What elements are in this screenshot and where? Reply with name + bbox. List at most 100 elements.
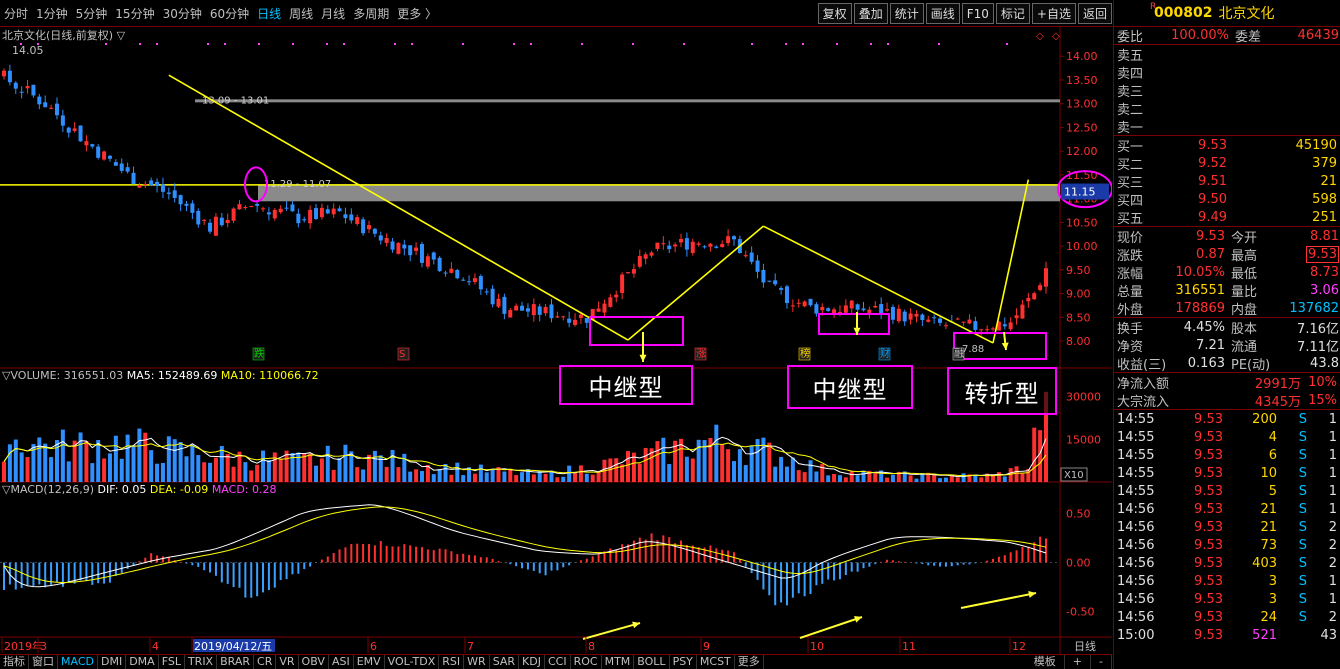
tool-button-2[interactable]: 统计 — [889, 3, 924, 24]
period-tab-6[interactable]: 日线 — [253, 5, 285, 22]
indicator-tab-13[interactable]: VOL-TDX — [385, 655, 440, 669]
candle-body — [166, 192, 171, 194]
signal-dot — [411, 43, 413, 45]
period-tab-10[interactable]: 更多 〉 — [393, 5, 441, 22]
event-marker[interactable]: 涨 — [696, 348, 706, 360]
tick-side: S — [1298, 537, 1307, 553]
tick-row[interactable]: 14:55 9.53 5 S 1 — [1114, 482, 1340, 500]
indicator-tab-7[interactable]: BRAR — [217, 655, 255, 669]
stat-value: 8.73 — [1310, 264, 1339, 280]
bid-level-row: 买五 9.49 251 — [1114, 208, 1340, 227]
tick-row[interactable]: 14:56 9.53 403 S 2 — [1114, 554, 1340, 572]
tick-row[interactable]: 14:55 9.53 6 S 1 — [1114, 446, 1340, 464]
event-marker[interactable]: 榜 — [800, 347, 810, 360]
kline-chart[interactable]: 北京文化(日线,前复权) ▽ 14.05 ◇ ◇ 14.00 13.50 13.00 12.5… — [0, 27, 1112, 654]
candle-body — [25, 86, 30, 89]
period-tab-0[interactable]: 分时 — [0, 5, 32, 22]
tool-button-6[interactable]: +自选 — [1031, 3, 1076, 24]
consolidation-box — [818, 313, 890, 335]
candle-body — [60, 115, 65, 126]
volume-bar — [107, 453, 112, 482]
template-control-0[interactable]: 模板 — [1026, 655, 1065, 669]
fund-value: 0.163 — [1187, 355, 1225, 371]
candle-body — [584, 318, 589, 323]
quote-panel: R 000802 北京文化 委比 100.00% 委差 46439 卖五 卖四 卖三… — [1113, 0, 1340, 669]
period-tab-5[interactable]: 60分钟 — [206, 5, 253, 22]
indicator-tab-11[interactable]: ASI — [329, 655, 354, 669]
indicator-tab-24[interactable]: 更多 — [735, 655, 764, 669]
period-tab-8[interactable]: 月线 — [317, 5, 349, 22]
period-tab-1[interactable]: 1分钟 — [32, 5, 72, 22]
event-marker[interactable]: 财 — [880, 347, 890, 360]
chart-area[interactable]: 北京文化(日线,前复权) ▽ 14.05 ◇ ◇ 14.00 13.50 13.00 12.5… — [0, 27, 1112, 654]
tool-button-5[interactable]: 标记 — [995, 3, 1030, 24]
indicator-tab-9[interactable]: VR — [276, 655, 299, 669]
tick-row[interactable]: 14:55 9.53 200 S 1 — [1114, 410, 1340, 428]
tick-row[interactable]: 14:55 9.53 10 S 1 — [1114, 464, 1340, 482]
indicator-tab-15[interactable]: WR — [464, 655, 490, 669]
candle-body — [702, 246, 707, 248]
fund-label: PE(动) — [1231, 357, 1271, 373]
tool-button-7[interactable]: 返回 — [1077, 3, 1112, 24]
indicator-tab-12[interactable]: EMV — [354, 655, 385, 669]
indicator-tab-5[interactable]: FSL — [159, 655, 185, 669]
tool-button-3[interactable]: 画线 — [925, 3, 960, 24]
indicator-tab-19[interactable]: ROC — [571, 655, 602, 669]
volume-bar — [455, 462, 460, 482]
volume-bar — [578, 465, 583, 482]
tick-side: S — [1298, 411, 1307, 427]
template-control-1[interactable]: + — [1065, 655, 1092, 669]
volume-bar — [614, 458, 619, 482]
period-tab-3[interactable]: 15分钟 — [111, 5, 158, 22]
tick-row[interactable]: 14:56 9.53 73 S 2 — [1114, 536, 1340, 554]
tick-row[interactable]: 14:56 9.53 21 S 1 — [1114, 500, 1340, 518]
volume-bar — [643, 447, 648, 482]
tick-row[interactable]: 14:55 9.53 4 S 1 — [1114, 428, 1340, 446]
ask-level-label: 卖四 — [1117, 66, 1144, 82]
indicator-tab-20[interactable]: MTM — [602, 655, 635, 669]
tool-button-0[interactable]: 复权 — [817, 3, 852, 24]
tool-button-1[interactable]: 叠加 — [853, 3, 888, 24]
candle-body — [125, 167, 130, 172]
volume-bar — [184, 456, 189, 482]
period-tab-4[interactable]: 30分钟 — [159, 5, 206, 22]
indicator-tab-22[interactable]: PSY — [670, 655, 697, 669]
trend-line[interactable] — [627, 225, 764, 341]
tool-button-4[interactable]: F10 — [961, 3, 994, 24]
volume-bar — [419, 470, 424, 482]
tick-row[interactable]: 14:56 9.53 3 S 1 — [1114, 590, 1340, 608]
indicator-tab-8[interactable]: CR — [254, 655, 277, 669]
indicator-tab-18[interactable]: CCI — [545, 655, 571, 669]
period-tab-2[interactable]: 5分钟 — [72, 5, 112, 22]
weibi-value: 100.00% — [1171, 28, 1229, 43]
indicator-tab-6[interactable]: TRIX — [185, 655, 218, 669]
indicator-tab-10[interactable]: OBV — [299, 655, 329, 669]
tick-row[interactable]: 15:00 9.53 521 43 — [1114, 626, 1340, 644]
period-tab-9[interactable]: 多周期 — [349, 5, 393, 22]
indicator-tab-4[interactable]: DMA — [126, 655, 159, 669]
candle-body — [525, 308, 530, 312]
period-tab-7[interactable]: 周线 — [285, 5, 317, 22]
volume-bar — [102, 458, 107, 482]
tick-row[interactable]: 14:56 9.53 24 S 2 — [1114, 608, 1340, 626]
tick-row[interactable]: 14:56 9.53 21 S 2 — [1114, 518, 1340, 536]
indicator-tab-2[interactable]: MACD — [58, 655, 98, 669]
event-marker[interactable]: S — [399, 349, 405, 360]
trend-line[interactable] — [763, 225, 994, 344]
event-marker[interactable]: 融 — [954, 348, 964, 360]
indicator-tab-17[interactable]: KDJ — [519, 655, 545, 669]
indicator-tab-21[interactable]: BOLL — [634, 655, 670, 669]
indicator-tab-3[interactable]: DMI — [98, 655, 127, 669]
indicator-tab-1[interactable]: 窗口 — [29, 655, 58, 669]
fund-value: 7.16亿 — [1297, 321, 1339, 337]
indicator-tab-0[interactable]: 指标 — [0, 655, 29, 669]
indicator-tab-23[interactable]: MCST — [697, 655, 735, 669]
indicator-tab-16[interactable]: SAR — [490, 655, 520, 669]
tick-list[interactable]: 14:55 9.53 200 S 1 14:55 9.53 4 S 1 14:55 9.53 6 S 1 14… — [1114, 410, 1340, 644]
indicator-tab-14[interactable]: RSI — [439, 655, 465, 669]
tick-row[interactable]: 14:56 9.53 3 S 1 — [1114, 572, 1340, 590]
signal-dot — [343, 43, 345, 45]
candle-body — [908, 313, 913, 320]
event-marker[interactable]: 跌 — [254, 347, 264, 360]
template-control-2[interactable]: - — [1091, 655, 1112, 669]
